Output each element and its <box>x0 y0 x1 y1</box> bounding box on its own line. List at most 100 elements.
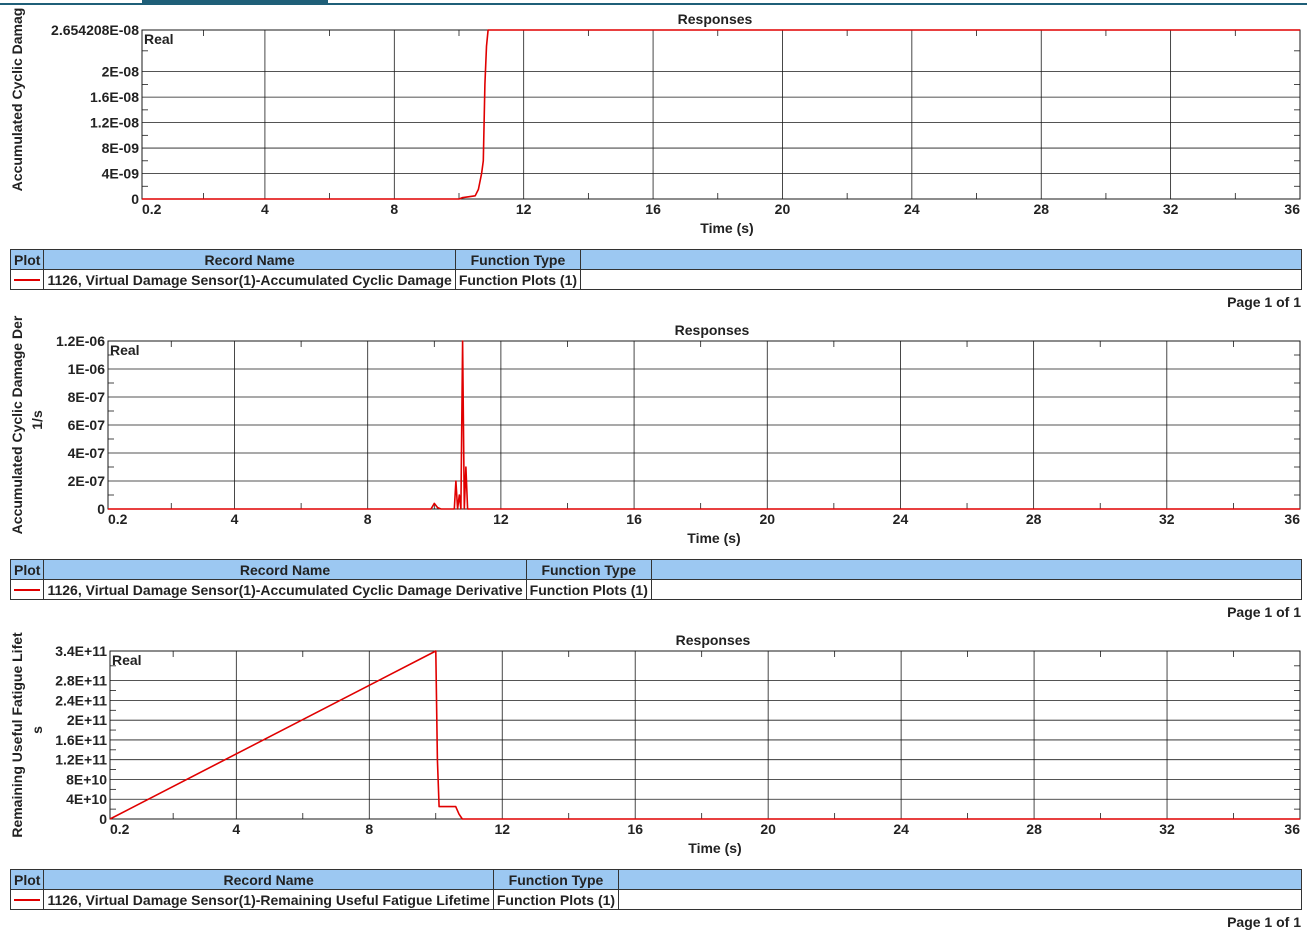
y-tick-label: 1.6E+11 <box>55 732 107 748</box>
x-tick-label: 36 <box>1284 821 1300 837</box>
legend-function-type: Function Plots (1) <box>454 269 582 290</box>
legend-header-record-name: Record Name <box>43 869 494 890</box>
chart-damage-derivative: 0.2 4 8 12 16 20 24 28 32 36 0 2E-07 4E-07 6E-07 8E-07… <box>9 315 1301 546</box>
legend-record-name[interactable]: 1126, Virtual Damage Sensor(1)-Remaining… <box>43 889 494 910</box>
x-tick-label: 12 <box>494 821 510 837</box>
chart-title: Responses <box>676 632 751 648</box>
y-axis-label: Accumulated Cyclic Damag <box>9 8 25 192</box>
y-tick-label: 4E+10 <box>66 791 107 807</box>
y-tick-label: 2.654208E-08 <box>51 22 139 38</box>
y-axis-unit: 1/s <box>29 410 45 430</box>
y-tick-label: 0 <box>99 811 107 827</box>
x-tick-label: 12 <box>516 201 532 217</box>
x-tick-label: 16 <box>645 201 661 217</box>
legend-header-filler <box>618 869 1302 890</box>
page-number: Page 1 of 1 <box>1227 604 1301 620</box>
plot-frame <box>109 650 1301 820</box>
chart-title: Responses <box>678 11 753 27</box>
legend-row-filler <box>580 269 1302 290</box>
x-tick-label: 8 <box>390 201 398 217</box>
x-tick-label: 8 <box>365 821 373 837</box>
y-tick-label: 1.2E+11 <box>55 752 107 768</box>
y-tick-label: 8E-09 <box>102 140 140 156</box>
response-pane-lifetime: 0.2 4 8 12 16 20 24 28 32 36 0 4E+10 8E+10 1.2E+11 1.6… <box>0 621 1307 939</box>
x-tick-label: 0.2 <box>142 201 162 217</box>
legend-header-function-type: Function Type <box>492 869 620 890</box>
page-number: Page 1 of 1 <box>1227 914 1301 930</box>
legend-table: Plot Record Name Function Type 1126, Vir… <box>9 249 1302 290</box>
x-tick-label: 20 <box>775 201 791 217</box>
y-axis-label: Accumulated Cyclic Damage Der <box>9 315 25 534</box>
y-tick-label: 0 <box>131 191 139 207</box>
x-tick-label: 4 <box>231 511 239 527</box>
corner-label-real: Real <box>110 342 140 358</box>
y-tick-label: 1E-06 <box>68 361 106 377</box>
legend-function-type: Function Plots (1) <box>492 889 620 910</box>
x-axis-label: Time (s) <box>688 840 741 856</box>
y-tick-label: 8E+10 <box>66 771 107 787</box>
legend-header-plot: Plot <box>9 249 45 270</box>
x-tick-label: 28 <box>1026 511 1042 527</box>
x-tick-label: 32 <box>1163 201 1179 217</box>
x-tick-label: 12 <box>493 511 509 527</box>
x-tick-label: 20 <box>760 821 776 837</box>
y-axis-unit: s <box>29 726 45 734</box>
legend-table: Plot Record Name Function Type 1126, Vir… <box>9 559 1303 600</box>
legend-table: Plot Record Name Function Type 1126, Vir… <box>9 869 1302 910</box>
corner-label-real: Real <box>112 652 142 668</box>
chart-accumulated-damage: 0.2 4 8 12 16 20 24 28 32 36 0 4E-09 8E-09 1.2E-08 1.6… <box>9 8 1301 236</box>
response-pane-damage: 0.2 4 8 12 16 20 24 28 32 36 0 4E-09 8E-09 1.2E-08 1.6… <box>0 0 1307 312</box>
legend-row-filler <box>618 889 1302 910</box>
x-tick-label: 24 <box>904 201 920 217</box>
chart-remaining-lifetime: 0.2 4 8 12 16 20 24 28 32 36 0 4E+10 8E+10 1.2E+11 1.6… <box>9 632 1301 856</box>
y-tick-label: 1.6E-08 <box>90 89 139 105</box>
y-tick-label: 1.2E-06 <box>56 333 105 349</box>
corner-label-real: Real <box>144 31 174 47</box>
legend-header-function-type: Function Type <box>454 249 582 270</box>
legend-header-record-name: Record Name <box>43 559 527 580</box>
y-tick-label: 2.8E+11 <box>55 673 107 689</box>
x-axis-label: Time (s) <box>700 220 753 236</box>
x-tick-label: 16 <box>626 511 642 527</box>
y-tick-label: 2.4E+11 <box>55 692 107 708</box>
y-tick-label: 2E-07 <box>68 473 106 489</box>
y-tick-label: 3.4E+11 <box>55 643 107 659</box>
x-axis-label: Time (s) <box>687 530 740 546</box>
x-tick-label: 8 <box>364 511 372 527</box>
y-tick-label: 0 <box>97 501 105 517</box>
y-tick-label: 4E-09 <box>102 166 140 182</box>
legend-header-plot: Plot <box>9 869 45 890</box>
x-tick-label: 24 <box>893 511 909 527</box>
y-tick-label: 2E-08 <box>102 64 140 80</box>
x-tick-label: 28 <box>1033 201 1049 217</box>
legend-swatch <box>9 889 45 910</box>
y-tick-label: 1.2E-08 <box>90 115 139 131</box>
legend-header-function-type: Function Type <box>525 559 652 580</box>
chart-title: Responses <box>675 322 750 338</box>
response-pane-derivative: 0.2 4 8 12 16 20 24 28 32 36 0 2E-07 4E-07 6E-07 8E-07… <box>0 311 1307 623</box>
y-tick-label: 6E-07 <box>68 417 106 433</box>
legend-row-filler <box>650 579 1303 600</box>
x-tick-label: 16 <box>627 821 643 837</box>
x-tick-label: 20 <box>759 511 775 527</box>
legend-swatch <box>9 269 45 290</box>
x-tick-label: 24 <box>893 821 909 837</box>
page-number: Page 1 of 1 <box>1227 294 1301 310</box>
x-tick-label: 4 <box>232 821 240 837</box>
legend-function-type: Function Plots (1) <box>525 579 652 600</box>
legend-record-name[interactable]: 1126, Virtual Damage Sensor(1)-Accumulat… <box>43 269 456 290</box>
x-tick-label: 36 <box>1284 201 1300 217</box>
legend-swatch <box>9 579 45 600</box>
x-tick-label: 28 <box>1026 821 1042 837</box>
legend-header-filler <box>580 249 1302 270</box>
x-tick-label: 0.2 <box>110 821 130 837</box>
legend-header-filler <box>650 559 1303 580</box>
y-tick-label: 4E-07 <box>68 445 106 461</box>
legend-record-name[interactable]: 1126, Virtual Damage Sensor(1)-Accumulat… <box>43 579 527 600</box>
x-tick-label: 36 <box>1284 511 1300 527</box>
y-tick-label: 8E-07 <box>68 389 106 405</box>
x-tick-label: 32 <box>1159 511 1175 527</box>
x-tick-label: 0.2 <box>108 511 128 527</box>
x-tick-label: 4 <box>261 201 269 217</box>
x-tick-label: 32 <box>1159 821 1175 837</box>
